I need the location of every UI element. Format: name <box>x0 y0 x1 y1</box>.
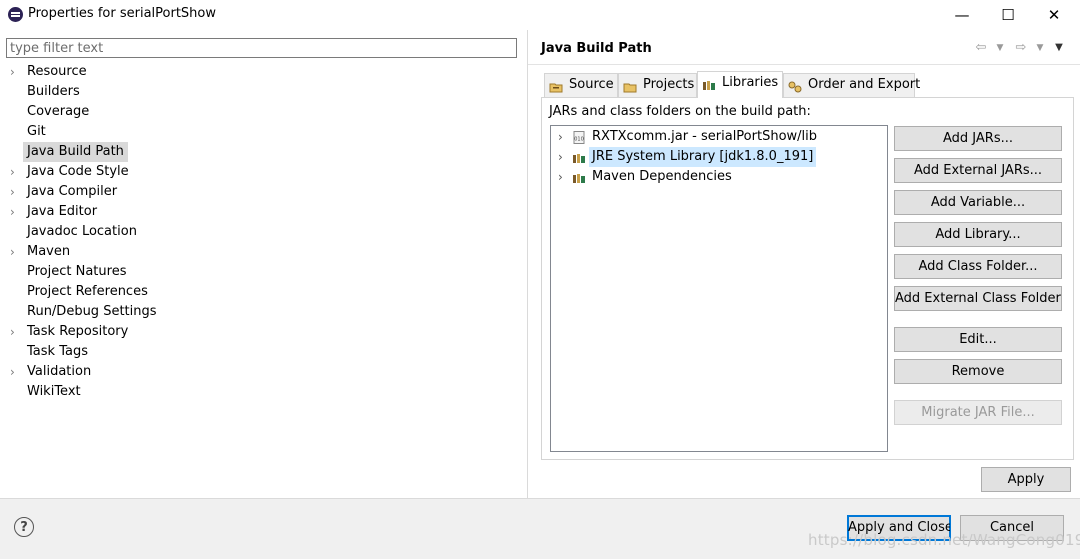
page-title: Java Build Path <box>541 41 652 56</box>
tab-projects[interactable]: Projects <box>618 73 697 97</box>
chevron-right-icon[interactable]: › <box>10 362 22 382</box>
nav-item-project-references[interactable]: Project References <box>0 282 527 302</box>
add-class-folder-button[interactable]: Add Class Folder... <box>894 254 1062 279</box>
add-jars-button[interactable]: Add JARs... <box>894 126 1062 151</box>
maximize-button[interactable]: ☐ <box>985 0 1031 30</box>
close-button[interactable]: ✕ <box>1031 0 1077 30</box>
eclipse-icon <box>8 7 23 22</box>
header-divider <box>528 64 1080 65</box>
libraries-icon <box>702 77 716 90</box>
build-path-label: JARs and class folders on the build path… <box>549 104 811 119</box>
forward-arrow-icon[interactable]: ⇨ <box>1010 40 1032 56</box>
chevron-right-icon[interactable]: › <box>10 242 22 262</box>
nav-item-java-compiler[interactable]: › Java Compiler <box>0 182 527 202</box>
back-menu-chevron-icon[interactable]: ▼ <box>993 40 1007 56</box>
nav-item-javadoc-location[interactable]: Javadoc Location <box>0 222 527 242</box>
nav-item-builders[interactable]: Builders <box>0 82 527 102</box>
build-path-tree[interactable]: › 010 RXTXcomm.jar - serialPortShow/lib … <box>550 125 888 452</box>
add-variable-button[interactable]: Add Variable... <box>894 190 1062 215</box>
nav-item-coverage[interactable]: Coverage <box>0 102 527 122</box>
filter-input[interactable] <box>6 38 517 58</box>
nav-item-validation[interactable]: › Validation <box>0 362 527 382</box>
tab-libraries[interactable]: Libraries <box>697 71 783 98</box>
nav-item-java-build-path[interactable]: Java Build Path <box>0 142 527 162</box>
chevron-right-icon[interactable]: › <box>10 202 22 222</box>
migrate-jar-button[interactable]: Migrate JAR File... <box>894 400 1062 425</box>
nav-item-java-code-style[interactable]: › Java Code Style <box>0 162 527 182</box>
forward-menu-chevron-icon[interactable]: ▼ <box>1033 40 1047 56</box>
nav-item-task-tags[interactable]: Task Tags <box>0 342 527 362</box>
nav-item-java-editor[interactable]: › Java Editor <box>0 202 527 222</box>
window-title: Properties for serialPortShow <box>28 6 216 21</box>
nav-item-maven[interactable]: › Maven <box>0 242 527 262</box>
library-icon <box>572 171 586 183</box>
remove-button[interactable]: Remove <box>894 359 1062 384</box>
minimize-button[interactable]: — <box>939 0 985 30</box>
svg-text:010: 010 <box>574 137 584 143</box>
help-icon[interactable]: ? <box>14 517 34 537</box>
order-export-icon <box>788 79 802 92</box>
apply-button[interactable]: Apply <box>981 467 1071 492</box>
pane-divider[interactable] <box>527 30 528 498</box>
back-arrow-icon[interactable]: ⇦ <box>970 40 992 56</box>
chevron-right-icon[interactable]: › <box>10 322 22 342</box>
nav-item-wikitext[interactable]: WikiText <box>0 382 527 402</box>
chevron-right-icon[interactable]: › <box>558 147 568 167</box>
chevron-right-icon[interactable]: › <box>558 167 568 187</box>
nav-item-resource[interactable]: › Resource <box>0 62 527 82</box>
source-folder-icon <box>549 79 563 92</box>
watermark: https://blog.csdn.net/WangCong0192 <box>808 531 1080 549</box>
add-external-class-folder-button[interactable]: Add External Class Folder... <box>894 286 1062 311</box>
chevron-right-icon[interactable]: › <box>10 162 22 182</box>
add-external-jars-button[interactable]: Add External JARs... <box>894 158 1062 183</box>
property-page-list: › Resource Builders Coverage Git Java Bui… <box>0 62 527 402</box>
chevron-right-icon[interactable]: › <box>558 127 568 147</box>
projects-folder-icon <box>623 79 637 92</box>
nav-item-task-repository[interactable]: › Task Repository <box>0 322 527 342</box>
chevron-right-icon[interactable]: › <box>10 62 22 82</box>
nav-item-git[interactable]: Git <box>0 122 527 142</box>
tab-source[interactable]: Source <box>544 73 618 97</box>
library-icon <box>572 151 586 163</box>
nav-item-run-debug-settings[interactable]: Run/Debug Settings <box>0 302 527 322</box>
nav-item-project-natures[interactable]: Project Natures <box>0 262 527 282</box>
view-menu-icon[interactable]: ▼ <box>1051 40 1067 56</box>
chevron-right-icon[interactable]: › <box>10 182 22 202</box>
jar-icon: 010 <box>572 131 586 144</box>
tab-order-and-export[interactable]: Order and Export <box>783 73 920 97</box>
edit-button[interactable]: Edit... <box>894 327 1062 352</box>
add-library-button[interactable]: Add Library... <box>894 222 1062 247</box>
